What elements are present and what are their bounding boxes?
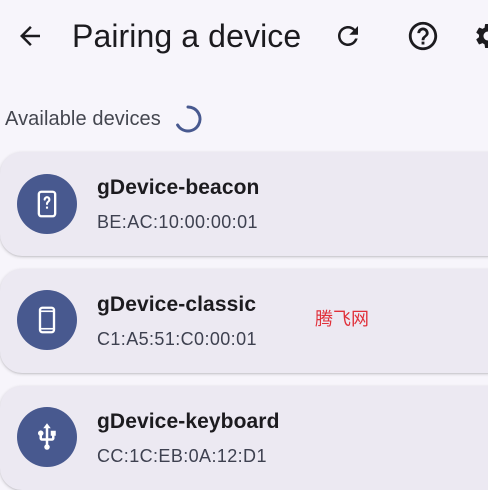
device-avatar <box>17 290 77 350</box>
device-address: CC:1C:EB:0A:12:D1 <box>97 446 267 466</box>
top-app-bar: Pairing a device <box>0 0 488 76</box>
page-title: Pairing a device <box>72 18 302 54</box>
usb-icon <box>38 423 56 450</box>
back-button[interactable] <box>8 14 52 58</box>
watermark-text: 腾飞网 <box>315 309 369 330</box>
device-avatar <box>17 407 77 467</box>
device-avatar <box>17 174 77 234</box>
device-address: BE:AC:10:00:00:01 <box>97 212 258 232</box>
device-name: gDevice-keyboard <box>97 410 280 433</box>
available-devices-header: Available devices <box>5 104 203 134</box>
settings-icon <box>476 24 488 48</box>
help-button[interactable] <box>401 14 445 58</box>
refresh-button[interactable] <box>326 14 370 58</box>
device-item-beacon[interactable]: gDevice-beacon BE:AC:10:00:00:01 <box>0 152 488 256</box>
progress-spinner-icon <box>173 104 203 134</box>
refresh-icon <box>338 26 358 46</box>
section-label: Available devices <box>5 107 161 130</box>
help-icon <box>408 21 438 51</box>
phone-unknown-icon <box>37 190 57 218</box>
device-address: C1:A5:51:C0:00:01 <box>97 329 257 349</box>
smartphone-icon <box>38 306 56 334</box>
arrow-back-icon <box>20 26 40 46</box>
settings-button[interactable] <box>466 14 488 58</box>
device-item-classic[interactable]: gDevice-classic C1:A5:51:C0:00:01 <box>0 269 488 373</box>
app-root: Pairing a device Available devices gDevi… <box>0 0 488 490</box>
device-item-keyboard[interactable]: gDevice-keyboard CC:1C:EB:0A:12:D1 <box>0 386 488 490</box>
device-name: gDevice-beacon <box>97 176 260 199</box>
device-name: gDevice-classic <box>97 293 257 316</box>
